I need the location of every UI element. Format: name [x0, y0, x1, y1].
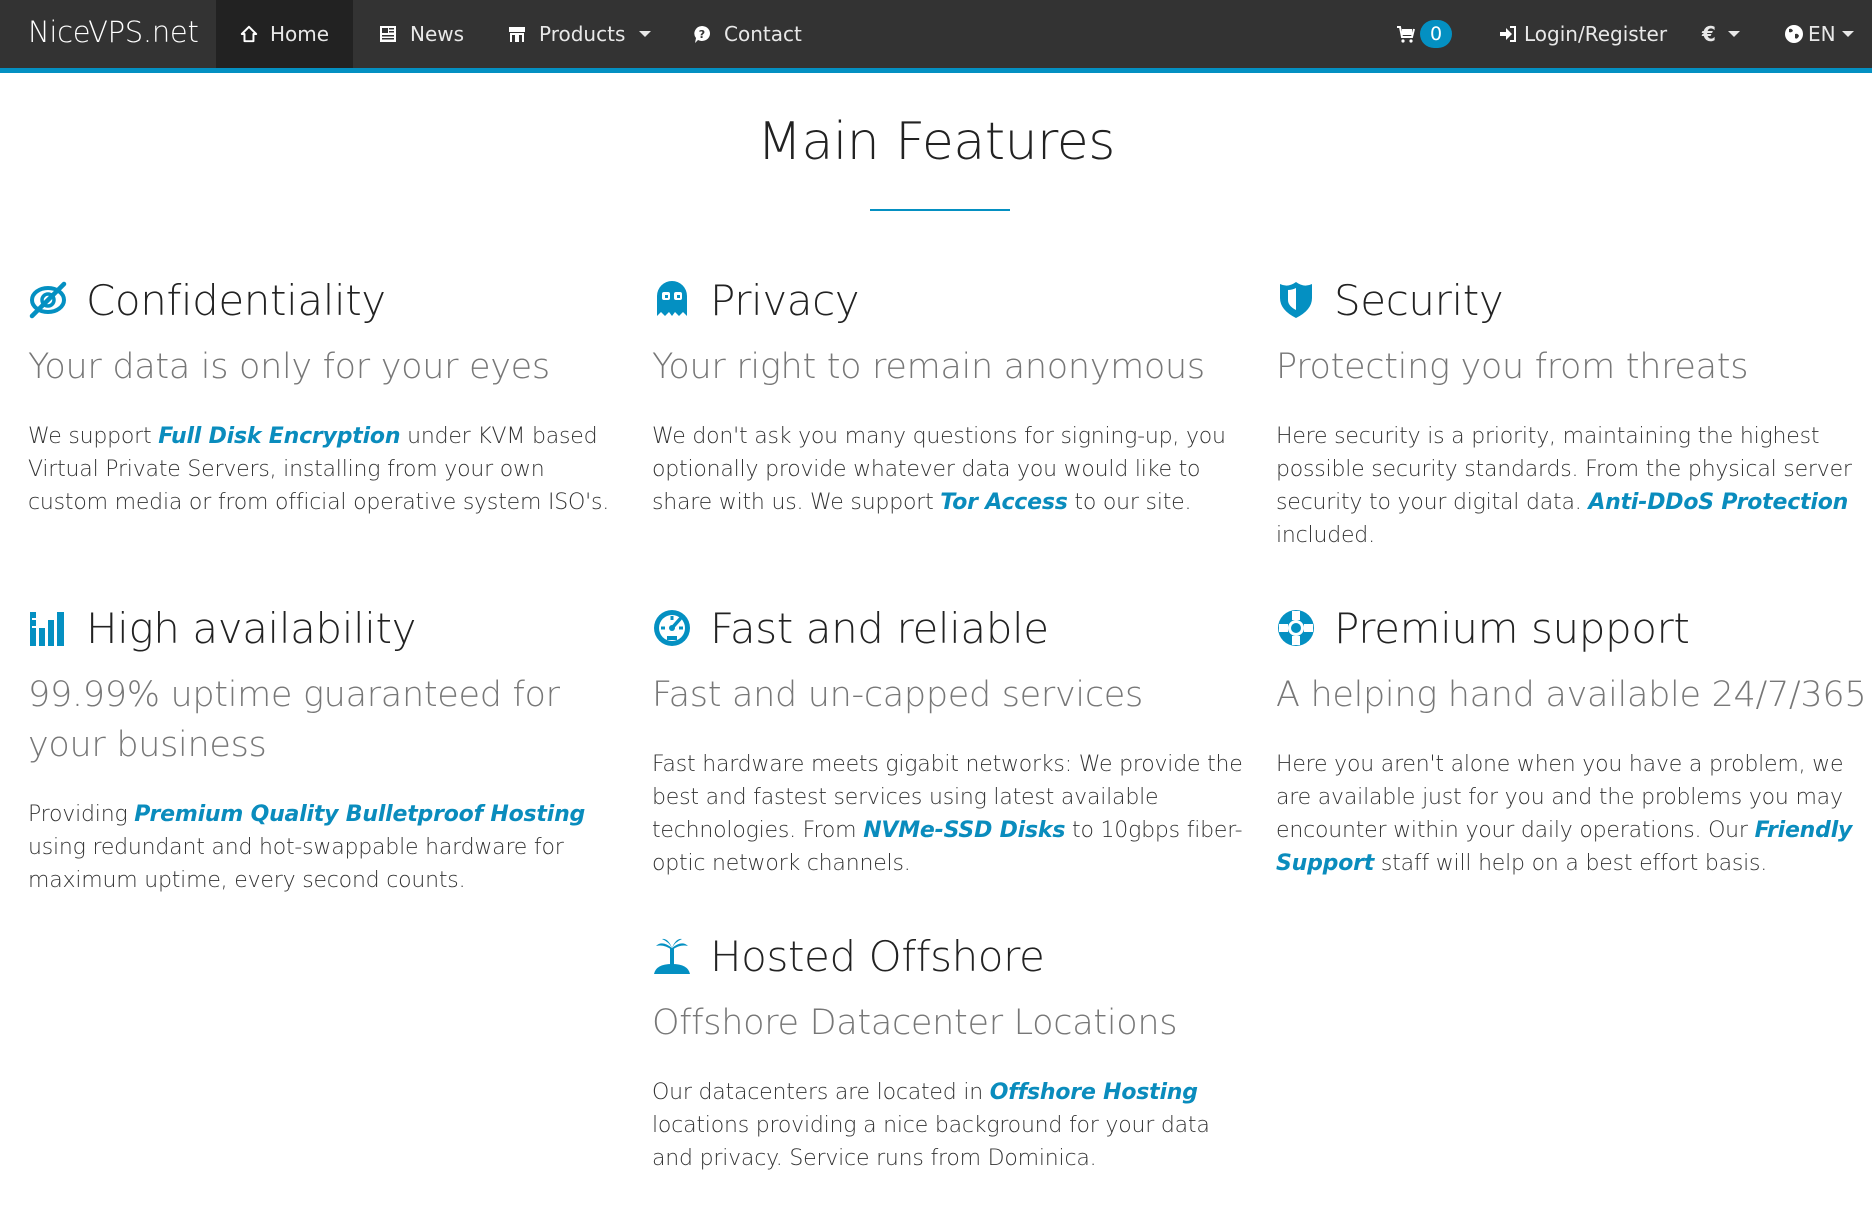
feature-title: Hosted Offshore: [710, 931, 1045, 981]
home-icon: [240, 25, 258, 43]
nav-products-label: Products: [539, 22, 626, 46]
feature-description: Providing Premium Quality Bulletproof Ho…: [28, 802, 586, 893]
feature-description: Our datacenters are located in Offshore …: [652, 1080, 1210, 1171]
login-register-link[interactable]: Login/Register: [1474, 0, 1691, 68]
feature-security: Security Protecting you from threats Her…: [1276, 272, 1872, 552]
feature-privacy: Privacy Your right to remain anonymous W…: [652, 272, 1252, 519]
currency-label: €: [1702, 22, 1716, 46]
nav-contact-label: Contact: [724, 22, 802, 46]
signal-bars-icon: [30, 612, 64, 646]
chevron-down-icon: [1727, 31, 1740, 37]
feature-subtitle: Fast and un-capped services: [652, 675, 1143, 715]
palm-island-icon: [654, 938, 690, 974]
cart-button[interactable]: 0: [1372, 0, 1476, 68]
shield-icon: [1280, 282, 1312, 318]
feature-confidentiality: Confidentiality Your data is only for yo…: [28, 272, 628, 519]
feature-subtitle: A helping hand available 24/7/365: [1276, 675, 1867, 715]
feature-premium-support: Premium support A helping hand available…: [1276, 600, 1872, 880]
cart-icon: [1397, 26, 1415, 43]
top-navbar: NiceVPS.net Home News Products ? Contact…: [0, 0, 1872, 73]
feature-title: Security: [1334, 275, 1504, 325]
store-icon: [509, 27, 525, 42]
language-dropdown[interactable]: EN: [1760, 0, 1872, 68]
nav-news-label: News: [410, 22, 465, 46]
brand-logo-link[interactable]: NiceVPS.net: [28, 0, 199, 68]
login-register-label: Login/Register: [1524, 22, 1668, 46]
lifebuoy-icon: [1278, 610, 1314, 646]
title-divider: [870, 209, 1010, 211]
tor-access-link[interactable]: Tor Access: [940, 490, 1068, 515]
language-label: EN: [1808, 22, 1836, 46]
newspaper-icon: [380, 26, 396, 42]
feature-subtitle: 99.99% uptime guaranteed for your busine…: [28, 675, 560, 765]
chevron-down-icon: [1841, 31, 1854, 37]
feature-title: Confidentiality: [86, 275, 386, 325]
nav-products[interactable]: Products: [483, 0, 675, 68]
speedometer-icon: [654, 610, 690, 646]
nav-news[interactable]: News: [354, 0, 488, 68]
chevron-down-icon: [639, 31, 652, 37]
full-disk-encryption-link[interactable]: Full Disk Encryption: [158, 424, 400, 449]
feature-title: High availability: [86, 603, 417, 653]
feature-description: We support Full Disk Encryption under KV…: [28, 424, 610, 515]
feature-fast-reliable: Fast and reliable Fast and un-capped ser…: [652, 600, 1252, 880]
nav-home-label: Home: [269, 22, 329, 46]
feature-description: Here you aren't alone when you have a pr…: [1276, 752, 1853, 876]
question-bubble-icon: ?: [694, 26, 710, 43]
currency-dropdown[interactable]: €: [1678, 0, 1764, 68]
feature-title: Premium support: [1334, 603, 1690, 653]
nav-home[interactable]: Home: [216, 0, 353, 68]
feature-hosted-offshore: Hosted Offshore Offshore Datacenter Loca…: [652, 928, 1252, 1175]
nav-contact[interactable]: ? Contact: [668, 0, 826, 68]
feature-title: Fast and reliable: [710, 603, 1049, 653]
cart-count-badge: 0: [1420, 20, 1453, 48]
feature-description: Fast hardware meets gigabit networks: We…: [652, 752, 1243, 876]
feature-description: Here security is a priority, maintaining…: [1276, 424, 1852, 548]
feature-description: We don't ask you many questions for sign…: [652, 424, 1226, 515]
offshore-hosting-link[interactable]: Offshore Hosting: [990, 1080, 1198, 1105]
sign-in-icon: [1500, 26, 1516, 42]
feature-subtitle: Offshore Datacenter Locations: [652, 1003, 1178, 1043]
page-title: Main Features: [757, 112, 1115, 172]
nvme-ssd-link[interactable]: NVMe-SSD Disks: [863, 818, 1065, 843]
feature-subtitle: Your data is only for your eyes: [28, 347, 550, 387]
feature-title: Privacy: [710, 275, 860, 325]
ghost-icon: [657, 281, 687, 316]
globe-icon: [1785, 25, 1803, 43]
feature-subtitle: Your right to remain anonymous: [652, 347, 1205, 387]
feature-subtitle: Protecting you from threats: [1276, 347, 1749, 387]
anti-ddos-link[interactable]: Anti-DDoS Protection: [1588, 490, 1848, 515]
bulletproof-hosting-link[interactable]: Premium Quality Bulletproof Hosting: [134, 802, 585, 827]
feature-high-availability: High availability 99.99% uptime guarante…: [28, 600, 628, 897]
svg-text:?: ?: [699, 28, 705, 41]
eye-slash-icon: [29, 281, 67, 319]
